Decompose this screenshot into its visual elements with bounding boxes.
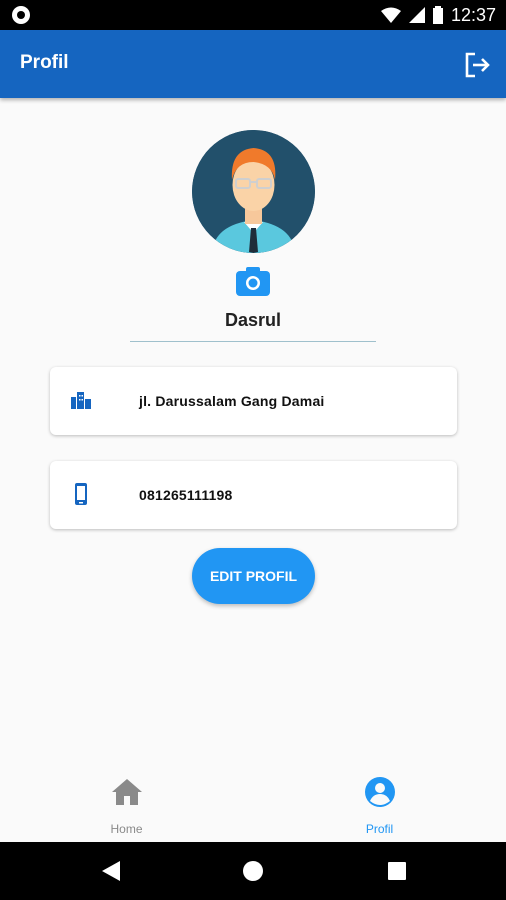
bottom-navigation: Home Profil (0, 770, 506, 842)
avatar (192, 130, 315, 253)
account-circle-icon (364, 777, 395, 807)
back-icon[interactable] (100, 860, 122, 882)
edit-profile-button[interactable]: EDIT PROFIL (192, 548, 315, 604)
address-text: jl. Darussalam Gang Damai (139, 393, 325, 409)
home-icon (111, 779, 142, 805)
wifi-icon (380, 7, 401, 23)
nav-item-profil[interactable]: Profil (253, 770, 506, 842)
home-circle-icon[interactable] (242, 860, 264, 882)
phone-text: 081265111198 (139, 487, 233, 503)
phone-card: 081265111198 (50, 461, 457, 529)
notification-icon (12, 6, 30, 24)
status-bar: 12:37 (0, 0, 506, 30)
nav-label-profil: Profil (365, 822, 394, 836)
system-navigation-bar (0, 842, 506, 900)
logout-icon[interactable] (462, 50, 492, 80)
app-bar: Profil (0, 30, 506, 98)
page-title: Profil (20, 52, 69, 73)
clock: 12:37 (450, 4, 496, 25)
address-card: jl. Darussalam Gang Damai (50, 367, 457, 435)
phone-icon (75, 483, 87, 505)
name-underline (130, 341, 376, 342)
nav-item-home[interactable]: Home (0, 770, 253, 842)
recents-icon[interactable] (386, 860, 408, 882)
battery-icon (432, 6, 443, 24)
camera-icon[interactable] (236, 266, 270, 296)
profile-name: Dasrul (224, 310, 282, 330)
signal-icon (408, 7, 425, 23)
city-icon (71, 392, 91, 409)
nav-label-home: Home (110, 822, 143, 836)
